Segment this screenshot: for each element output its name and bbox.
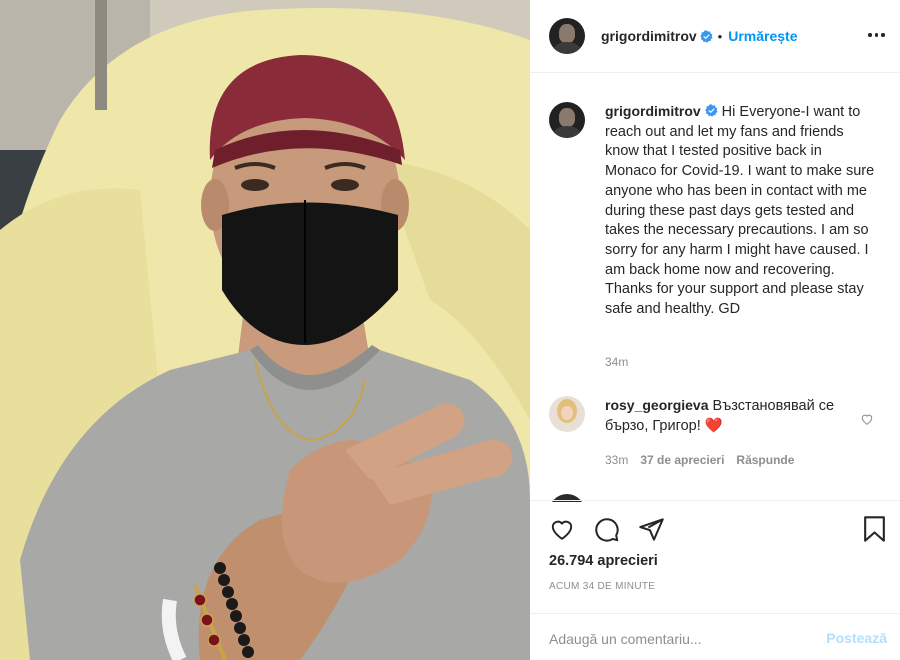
likes-count[interactable]: 26.794 aprecieri bbox=[549, 553, 658, 569]
post-header: grigordimitrov • Urmărește bbox=[530, 0, 900, 73]
reply-button[interactable]: Răspunde bbox=[736, 453, 794, 467]
caption-author-avatar[interactable] bbox=[549, 102, 585, 138]
comment-input[interactable] bbox=[549, 628, 819, 650]
save-bookmark-icon[interactable] bbox=[862, 515, 887, 543]
more-options-icon[interactable] bbox=[868, 26, 886, 44]
red-heart-emoji: ❤️ bbox=[704, 417, 723, 434]
author-avatar[interactable] bbox=[549, 18, 585, 54]
post-details-panel: grigordimitrov • Urmărește grigordimitro… bbox=[530, 0, 900, 660]
verified-badge-icon bbox=[699, 29, 713, 43]
commenter-username[interactable]: rosy_georgieva bbox=[605, 397, 709, 413]
follow-button[interactable]: Urmărește bbox=[728, 28, 797, 44]
post-caption: grigordimitrov Hi Everyone-I want to reac… bbox=[549, 102, 884, 320]
post-image[interactable] bbox=[0, 0, 530, 660]
comment-text-block: rosy_georgieva Възстановявай се бързо, Г… bbox=[605, 396, 835, 436]
author-username[interactable]: grigordimitrov bbox=[601, 28, 697, 44]
header-separator: • bbox=[717, 28, 723, 44]
comment-bubble-icon[interactable] bbox=[593, 516, 620, 543]
comment-likes[interactable]: 37 de aprecieri bbox=[640, 453, 724, 467]
comment-like-heart-icon[interactable] bbox=[860, 412, 874, 426]
caption-text-block: grigordimitrov Hi Everyone-I want to reac… bbox=[605, 102, 875, 320]
commenter-avatar[interactable] bbox=[549, 396, 585, 432]
post-timestamp[interactable]: Acum 34 de minute bbox=[549, 581, 655, 592]
post-comment-button[interactable]: Postează bbox=[826, 630, 887, 646]
comment-item: rosy_georgieva Възстановявай се бързо, Г… bbox=[549, 396, 884, 436]
comment-timestamp[interactable]: 33m bbox=[605, 453, 628, 467]
like-heart-icon[interactable] bbox=[548, 516, 576, 542]
share-paper-plane-icon[interactable] bbox=[638, 516, 665, 543]
caption-timestamp[interactable]: 34m bbox=[605, 355, 628, 369]
verified-badge-icon bbox=[704, 104, 718, 117]
caption-username[interactable]: grigordimitrov bbox=[605, 103, 701, 119]
caption-body: Hi Everyone-I want to reach out and let … bbox=[605, 104, 875, 318]
post-photo-illustration bbox=[0, 0, 530, 660]
comment-meta: 33m 37 de aprecieri Răspunde bbox=[605, 453, 806, 467]
add-comment-bar: Postează bbox=[530, 613, 900, 660]
action-bar: 26.794 aprecieri Acum 34 de minute Poste… bbox=[530, 500, 900, 660]
